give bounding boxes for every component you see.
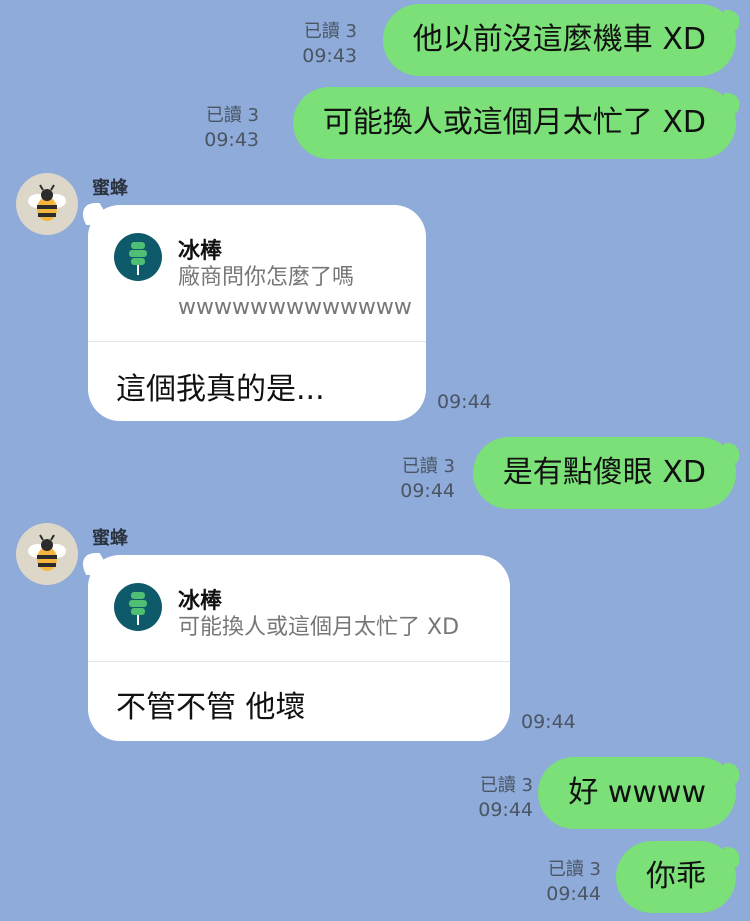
- message-bubble[interactable]: 好 wwww: [538, 757, 736, 829]
- outgoing-message[interactable]: 是有點傻眼 XD: [472, 437, 747, 509]
- message-meta: 已讀 3 09:44: [478, 774, 533, 822]
- message-bubble[interactable]: 你乖: [616, 841, 736, 913]
- quoted-message[interactable]: 冰棒 可能換人或這個月太忙了 XD: [88, 555, 510, 661]
- read-receipt: 已讀 3: [401, 456, 455, 477]
- outgoing-message[interactable]: 好 wwww: [538, 757, 747, 829]
- message-text: 他以前沒這麼機車 XD: [412, 22, 706, 57]
- quote-avatar: [114, 233, 162, 281]
- message-meta: 已讀 3 09:43: [204, 104, 259, 152]
- sender-name: 蜜蜂: [92, 528, 128, 549]
- quote-avatar: [114, 583, 162, 631]
- quoted-message[interactable]: 冰棒 廠商問你怎麼了嗎 wwwwwwwwwwwww: [88, 205, 426, 341]
- message-text: 不管不管 他壞: [116, 690, 306, 725]
- message-bubble[interactable]: 是有點傻眼 XD: [472, 437, 736, 509]
- incoming-message[interactable]: 冰棒 廠商問你怎麼了嗎 wwwwwwwwwwwww 這個我真的是...: [73, 203, 426, 421]
- quote-sender: 冰棒: [178, 239, 223, 264]
- quote-text-line: wwwwwwwwwwwww: [178, 295, 412, 320]
- outgoing-message[interactable]: 你乖: [616, 841, 747, 913]
- message-bubble[interactable]: 可能換人或這個月太忙了 XD: [292, 87, 736, 159]
- read-receipt: 已讀 3: [303, 21, 357, 42]
- bee-icon: [28, 184, 66, 221]
- avatar[interactable]: [16, 523, 78, 585]
- timestamp: 09:44: [478, 799, 533, 821]
- timestamp: 09:44: [400, 480, 455, 502]
- timestamp: 09:44: [437, 391, 492, 413]
- message-text: 是有點傻眼 XD: [502, 455, 706, 490]
- read-receipt: 已讀 3: [205, 105, 259, 126]
- quote-text-line: 廠商問你怎麼了嗎: [178, 265, 355, 290]
- timestamp: 09:43: [302, 45, 357, 67]
- timestamp: 09:44: [546, 883, 601, 905]
- popsicle-icon: [129, 592, 147, 625]
- outgoing-message[interactable]: 他以前沒這麼機車 XD: [382, 4, 747, 76]
- message-meta: 已讀 3 09:43: [302, 20, 357, 68]
- quote-sender: 冰棒: [178, 589, 223, 614]
- timestamp: 09:44: [521, 711, 576, 733]
- read-receipt: 已讀 3: [547, 859, 601, 880]
- popsicle-icon: [129, 242, 147, 275]
- incoming-message[interactable]: 冰棒 可能換人或這個月太忙了 XD 不管不管 他壞: [73, 553, 510, 741]
- avatar[interactable]: [16, 173, 78, 235]
- message-meta: 已讀 3 09:44: [400, 455, 455, 503]
- message-text: 好 wwww: [568, 775, 706, 810]
- message-meta: 已讀 3 09:44: [546, 858, 601, 906]
- bee-icon: [28, 534, 66, 571]
- read-receipt: 已讀 3: [479, 775, 533, 796]
- quote-text-line: 可能換人或這個月太忙了 XD: [178, 615, 460, 640]
- message-bubble[interactable]: 他以前沒這麼機車 XD: [382, 4, 736, 76]
- message-text: 這個我真的是...: [116, 372, 325, 407]
- message-text: 可能換人或這個月太忙了 XD: [322, 105, 706, 140]
- sender-name: 蜜蜂: [92, 178, 128, 199]
- message-text: 你乖: [646, 859, 706, 894]
- timestamp: 09:43: [204, 129, 259, 151]
- outgoing-message[interactable]: 可能換人或這個月太忙了 XD: [292, 87, 747, 159]
